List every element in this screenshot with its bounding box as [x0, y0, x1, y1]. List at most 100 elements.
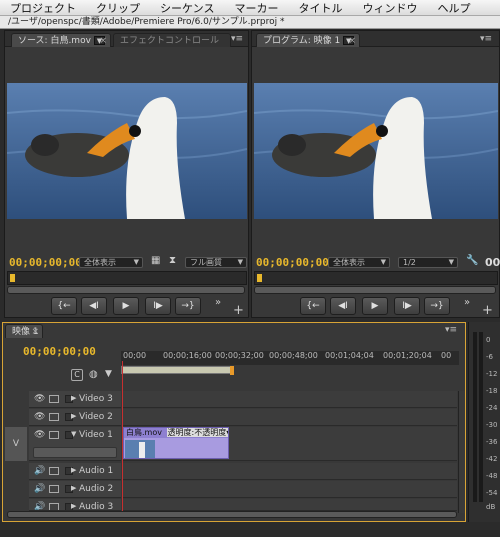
timeline-zoom-scrollbar[interactable] [7, 511, 457, 518]
track-lane-audio1[interactable] [122, 463, 457, 480]
mark-in-button[interactable]: {← [51, 297, 77, 315]
track-lane-video2[interactable] [122, 409, 457, 426]
panel-menu-icon[interactable]: ▾≡ [231, 34, 243, 44]
filmstrip-icon[interactable] [49, 431, 59, 439]
speaker-icon[interactable]: 🔊 [34, 502, 45, 510]
vertical-scrollbar[interactable] [458, 391, 465, 513]
menu-title[interactable]: タイトル [298, 0, 342, 16]
collapse-triangle-icon[interactable]: ▼ [71, 430, 76, 438]
add-button-icon[interactable]: + [233, 303, 244, 318]
filmstrip-icon[interactable] [49, 413, 59, 421]
mark-out-button[interactable]: →} [175, 297, 201, 315]
menu-help[interactable]: ヘルプ [437, 0, 470, 16]
tab-program[interactable]: プログラム: 映像 1 ▼ × [256, 33, 360, 47]
target-track-button[interactable]: V [5, 427, 27, 461]
track-lane-audio2[interactable] [122, 481, 457, 498]
chevron-down-icon: ▼ [237, 258, 243, 266]
program-zoom-select[interactable]: 全体表示 ▼ [328, 257, 390, 268]
program-time-ruler[interactable] [254, 271, 498, 285]
more-buttons-icon[interactable]: » [464, 297, 470, 308]
track-label: Video 2 [79, 412, 113, 422]
add-button-icon[interactable]: + [482, 303, 493, 318]
time-ruler[interactable]: 00;00 00;00;16;00 00;00;32;00 00;00;48;0… [121, 351, 459, 365]
step-forward-button[interactable]: I▶ [145, 297, 171, 315]
menu-clip[interactable]: クリップ [96, 0, 140, 16]
step-back-button[interactable]: ◀I [330, 297, 356, 315]
marker-icon[interactable]: ◍ [89, 369, 98, 380]
wrench-icon[interactable]: 🔧 [466, 255, 478, 266]
tab-timeline[interactable]: 映像 1 × [5, 324, 43, 338]
clip-effect-select[interactable]: 透明度:不透明度▾ [166, 428, 228, 437]
close-icon[interactable]: × [348, 34, 356, 47]
expand-triangle-icon[interactable]: ▶ [71, 466, 76, 474]
expand-triangle-icon[interactable]: ▶ [71, 502, 76, 510]
menu-project[interactable]: プロジェクト [10, 0, 76, 16]
panel-menu-icon[interactable]: ▾≡ [480, 34, 492, 44]
playhead-line[interactable] [122, 361, 123, 511]
timeline-timecode[interactable]: 00;00;00;00 [23, 345, 96, 358]
step-back-button[interactable]: ◀I [81, 297, 107, 315]
track-header-audio3: 🔊 ▶ Audio 3 [29, 499, 121, 511]
close-icon[interactable]: × [99, 34, 107, 47]
mark-in-button[interactable]: {← [300, 297, 326, 315]
track-lane-video3[interactable] [122, 391, 457, 408]
tab-effect-controls[interactable]: エフェクトコントロール [113, 33, 231, 47]
track-lane-audio3[interactable] [122, 499, 457, 511]
snap-icon[interactable]: C [71, 369, 83, 381]
play-button[interactable]: ▶ [113, 297, 139, 315]
play-button[interactable]: ▶ [362, 297, 388, 315]
menu-window[interactable]: ウィンドウ [362, 0, 417, 16]
filmstrip-icon[interactable] [49, 395, 59, 403]
step-forward-button[interactable]: I▶ [394, 297, 420, 315]
expand-triangle-icon[interactable]: ▶ [71, 394, 76, 402]
program-zoom-scrollbar[interactable] [254, 286, 496, 294]
menu-sequence[interactable]: シーケンス [160, 0, 214, 16]
track-header-video3: 👁 ▶ Video 3 [29, 391, 121, 408]
eye-icon[interactable]: 👁 [34, 430, 45, 440]
source-video-frame [7, 83, 247, 219]
menu-bar: プロジェクト クリップ シーケンス マーカー タイトル ウィンドウ ヘルプ [0, 0, 500, 16]
playhead-marker[interactable] [10, 274, 15, 282]
close-icon[interactable]: × [31, 325, 39, 338]
chevron-down-icon: ▼ [133, 258, 139, 266]
video-clip[interactable]: 白鳥.mov 透明度:不透明度▾ [123, 427, 229, 459]
track-label: Video 3 [79, 394, 113, 404]
track-header-video1: 👁 ▼ Video 1 [29, 427, 121, 461]
add-marker-icon[interactable]: ▼ [105, 369, 112, 379]
speaker-icon[interactable]: 🔊 [34, 484, 45, 494]
waveform-icon[interactable]: ⧗ [169, 255, 176, 266]
keyframe-controls[interactable] [33, 447, 117, 458]
speaker-icon[interactable]: 🔊 [34, 466, 45, 476]
filmstrip-icon[interactable] [49, 485, 59, 493]
track-label: Audio 1 [79, 466, 114, 476]
mark-out-button[interactable]: →} [424, 297, 450, 315]
eye-icon[interactable]: 👁 [34, 412, 45, 422]
work-area-bar[interactable] [121, 366, 234, 375]
more-buttons-icon[interactable]: » [215, 297, 221, 308]
menu-marker[interactable]: マーカー [234, 0, 278, 16]
source-zoom-select[interactable]: 全体表示 ▼ [79, 257, 143, 268]
meter-unit-label: dB [486, 503, 496, 511]
source-quality-select[interactable]: フル画質 ▼ [185, 257, 247, 268]
program-monitor-panel: プログラム: 映像 1 ▼ × ▾≡ 00;00;00;00 全体表示 ▼ 1/2 ▼ … [251, 30, 500, 318]
meter-label: -18 [486, 387, 498, 395]
work-area-end-handle[interactable] [230, 366, 234, 375]
tab-source[interactable]: ソース: 白鳥.mov ▼ × [11, 33, 111, 47]
meter-label: -48 [486, 472, 498, 480]
filmstrip-icon[interactable]: ▦ [151, 255, 160, 266]
track-label: Audio 2 [79, 484, 114, 494]
eye-icon[interactable]: 👁 [34, 394, 45, 404]
filmstrip-icon[interactable] [49, 503, 59, 510]
source-time-ruler[interactable] [7, 271, 247, 285]
expand-triangle-icon[interactable]: ▶ [71, 412, 76, 420]
panel-menu-icon[interactable]: ▾≡ [445, 325, 457, 335]
program-timecode[interactable]: 00;00;00;00 [256, 256, 329, 269]
clip-thumbnail [125, 440, 155, 458]
playhead-marker[interactable] [257, 274, 262, 282]
filmstrip-icon[interactable] [49, 467, 59, 475]
source-zoom-value: 全体表示 [84, 258, 116, 267]
expand-triangle-icon[interactable]: ▶ [71, 484, 76, 492]
program-resolution-select[interactable]: 1/2 ▼ [398, 257, 458, 268]
source-timecode[interactable]: 00;00;00;00 [9, 256, 82, 269]
source-zoom-scrollbar[interactable] [7, 286, 245, 294]
